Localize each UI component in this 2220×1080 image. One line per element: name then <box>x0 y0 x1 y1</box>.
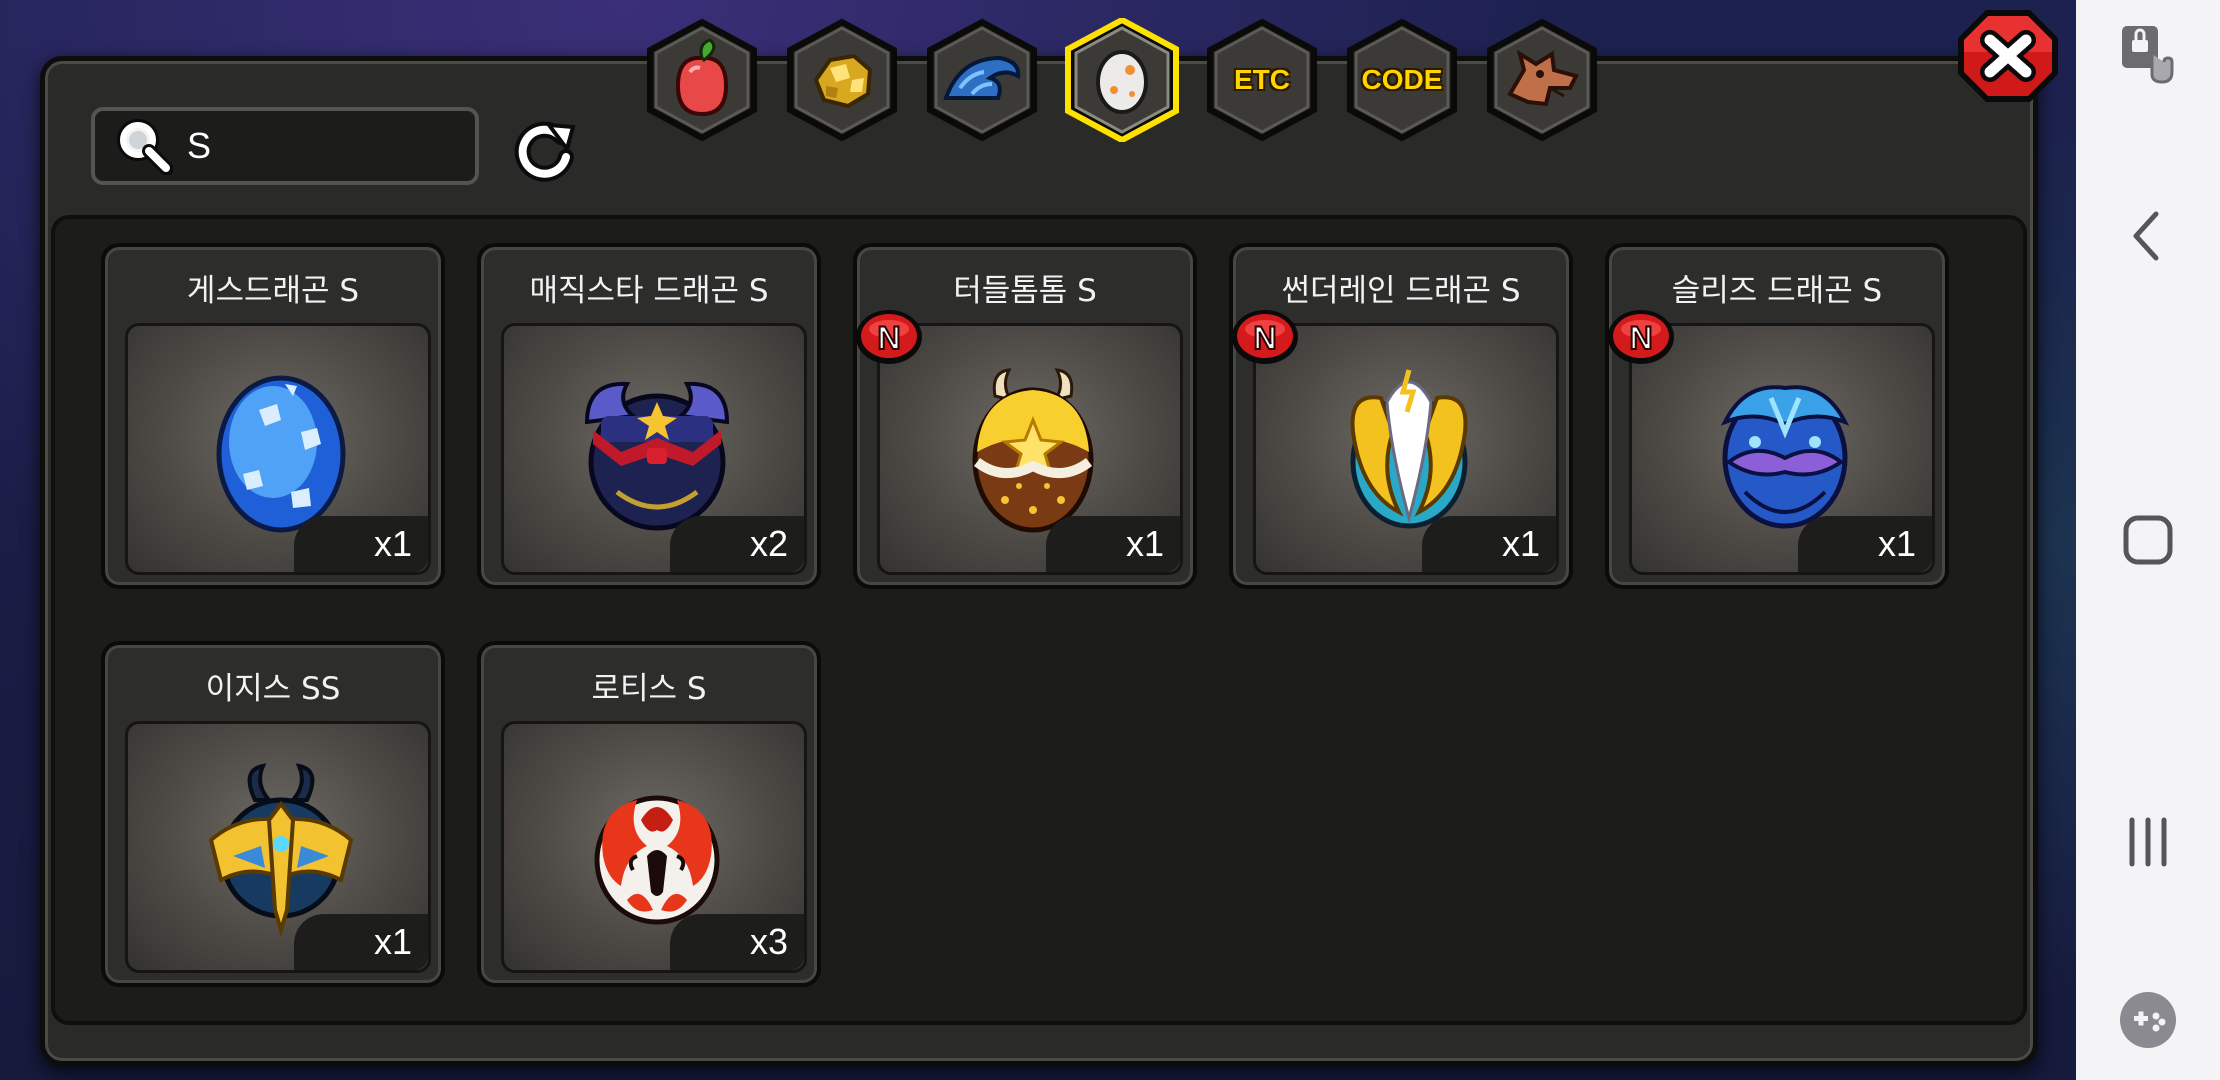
game-controller-icon <box>2120 992 2176 1048</box>
new-badge: N <box>1608 310 1674 364</box>
egg-icon <box>1096 50 1148 114</box>
inventory-panel: S 게스드래곤 S x1 매직스타 드래곤 S x2 터들톰톰 S x1 N 썬… <box>40 56 2038 1066</box>
close-button[interactable] <box>1954 6 2062 106</box>
search-value: S <box>187 125 212 166</box>
item-quantity: x1 <box>1125 523 1164 564</box>
quantity-badge: x1 <box>294 914 428 970</box>
item-art: x2 <box>501 323 807 575</box>
item-card[interactable]: 터들톰톰 S x1 N <box>853 243 1197 589</box>
blue-crystal-egg-icon <box>216 375 346 533</box>
touch-lock-icon <box>2122 26 2174 84</box>
thunder-crest-egg-icon <box>1350 369 1468 529</box>
fruit-icon <box>675 38 729 117</box>
item-name: 게스드래곤 S <box>186 273 360 309</box>
quantity-badge: x1 <box>1422 516 1556 572</box>
red-flame-egg-icon <box>594 795 720 925</box>
item-quantity: x2 <box>749 523 788 564</box>
tab-dragon[interactable] <box>1480 18 1604 142</box>
refresh-button[interactable] <box>509 115 579 185</box>
tab-etc[interactable]: ETC <box>1200 18 1324 142</box>
item-name: 썬더레인 드래곤 S <box>1281 273 1521 309</box>
dragon-head-icon <box>1507 49 1579 107</box>
tab-scale[interactable] <box>920 18 1044 142</box>
item-name: 터들톰톰 S <box>953 273 1097 309</box>
home-button[interactable] <box>2112 504 2184 576</box>
item-quantity: x1 <box>373 523 412 564</box>
tab-fruit[interactable] <box>640 18 764 142</box>
touch-lock-button[interactable] <box>2112 18 2184 90</box>
refresh-icon <box>514 121 576 182</box>
item-grid: 게스드래곤 S x1 매직스타 드래곤 S x2 터들톰톰 S x1 N 썬더레… <box>51 215 2027 1025</box>
back-button[interactable] <box>2112 200 2184 272</box>
recents-button[interactable] <box>2112 806 2184 878</box>
item-quantity: x1 <box>373 921 412 962</box>
item-card[interactable]: 매직스타 드래곤 S x2 <box>477 243 821 589</box>
item-card[interactable]: 이지스 SS x1 <box>101 641 445 987</box>
back-icon <box>2133 211 2159 261</box>
dragon-scale-icon <box>943 55 1021 100</box>
new-badge: N <box>856 310 922 364</box>
item-card[interactable]: 썬더레인 드래곤 S x1 N <box>1229 243 1573 589</box>
item-art: x1 <box>125 323 431 575</box>
search-icon <box>117 119 173 175</box>
search-input[interactable]: S <box>91 107 479 185</box>
item-quantity: x3 <box>749 921 788 962</box>
golden-star-egg-icon <box>972 368 1094 533</box>
blue-armored-egg-icon <box>1720 385 1850 529</box>
item-art: x1 <box>125 721 431 973</box>
new-badge-label: N <box>1253 320 1276 356</box>
quantity-badge: x1 <box>1798 516 1932 572</box>
item-name: 로티스 S <box>591 671 707 707</box>
game-tools-button[interactable] <box>2112 984 2184 1056</box>
item-name: 슬리즈 드래곤 S <box>1671 273 1883 309</box>
close-icon <box>1958 10 2058 102</box>
item-quantity: x1 <box>1877 523 1916 564</box>
quantity-badge: x2 <box>670 516 804 572</box>
home-icon <box>2123 515 2173 565</box>
new-badge: N <box>1232 310 1298 364</box>
tab-code[interactable]: CODE <box>1340 18 1464 142</box>
tab-label: ETC <box>1234 64 1290 95</box>
quantity-badge: x1 <box>294 516 428 572</box>
item-card[interactable]: 슬리즈 드래곤 S x1 N <box>1605 243 1949 589</box>
magic-star-egg-icon <box>584 381 730 531</box>
item-art: x3 <box>501 721 807 973</box>
recents-icon <box>2129 817 2167 867</box>
item-name: 이지스 SS <box>205 671 341 707</box>
system-nav-bar <box>2076 0 2220 1080</box>
item-card[interactable]: 로티스 S x3 <box>477 641 821 987</box>
new-badge-label: N <box>1629 320 1652 356</box>
tab-egg[interactable] <box>1060 18 1184 142</box>
item-name: 매직스타 드래곤 S <box>529 273 769 309</box>
aegis-crest-egg-icon <box>208 763 354 937</box>
new-badge-label: N <box>877 320 900 356</box>
tab-gold[interactable] <box>780 18 904 142</box>
quantity-badge: x1 <box>1046 516 1180 572</box>
item-quantity: x1 <box>1501 523 1540 564</box>
item-card[interactable]: 게스드래곤 S x1 <box>101 243 445 589</box>
quantity-badge: x3 <box>670 914 804 970</box>
gold-ore-icon <box>813 53 873 109</box>
tab-label: CODE <box>1361 64 1443 95</box>
